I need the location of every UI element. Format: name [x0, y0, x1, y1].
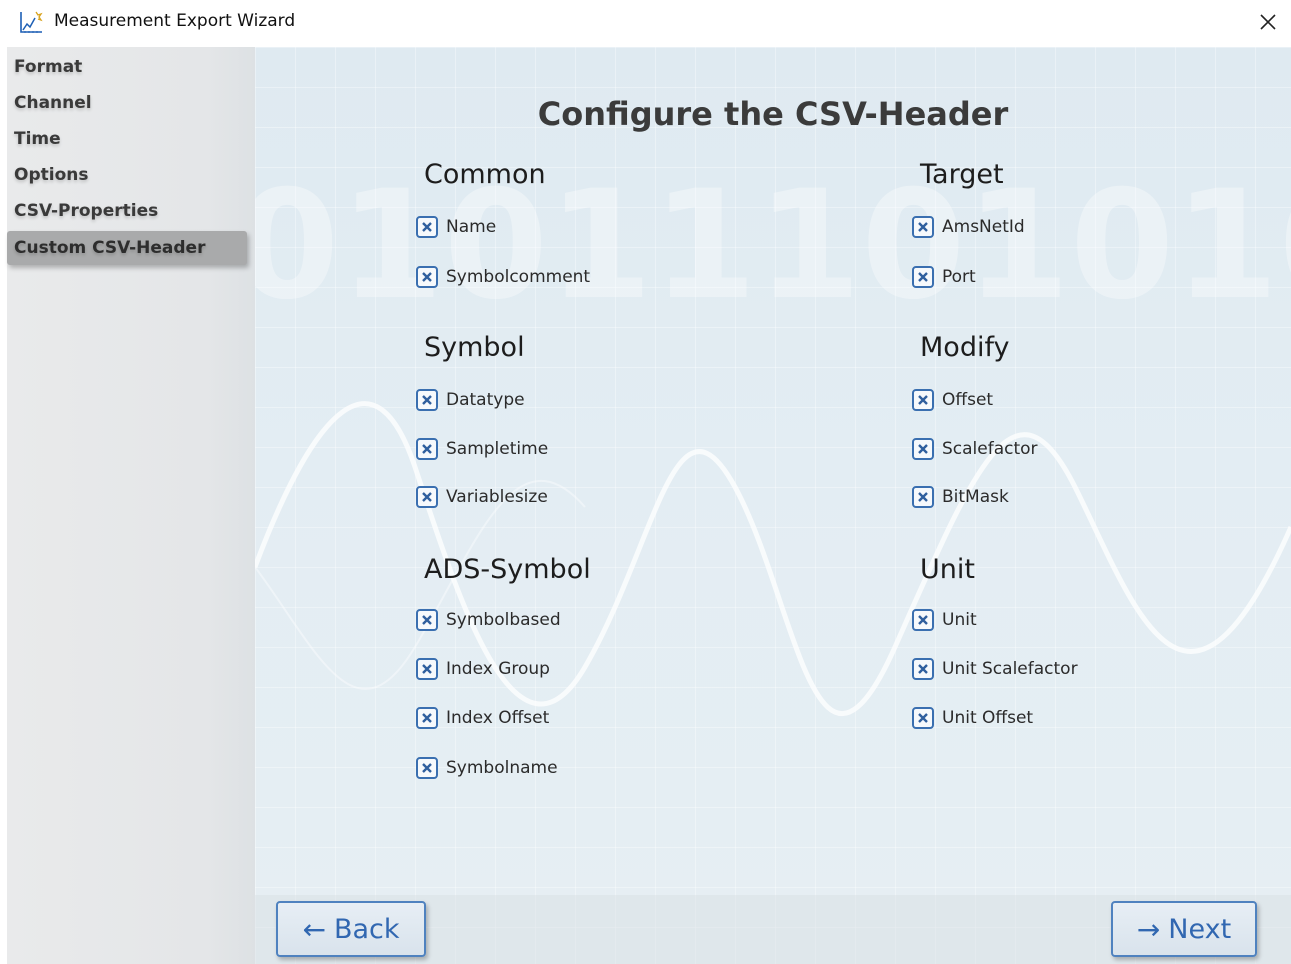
option-label: Sampletime	[446, 439, 549, 459]
option-unit-offset[interactable]: Unit Offset	[912, 705, 1033, 731]
checkbox-checked-icon[interactable]	[912, 389, 934, 411]
option-label: Symbolcomment	[446, 267, 591, 287]
main-panel: 01011101010 Configure the CSV-Header Com…	[255, 47, 1291, 964]
option-label: AmsNetId	[942, 217, 1025, 237]
checkbox-checked-icon[interactable]	[416, 658, 438, 680]
option-datatype[interactable]: Datatype	[416, 387, 525, 413]
option-amsnetid[interactable]: AmsNetId	[912, 214, 1025, 240]
section-title-common: Common	[424, 159, 546, 190]
option-bitmask[interactable]: BitMask	[912, 484, 1009, 510]
option-index-offset[interactable]: Index Offset	[416, 705, 549, 731]
checkbox-checked-icon[interactable]	[912, 438, 934, 460]
sidebar-item-format[interactable]: Format	[7, 50, 247, 84]
option-label: Index Group	[446, 659, 550, 679]
background-waveform: 01011101010	[255, 159, 1291, 716]
svg-text:01011101010: 01011101010	[255, 159, 1291, 333]
section-title-symbol: Symbol	[424, 332, 525, 363]
next-label: Next	[1168, 913, 1232, 945]
option-label: Unit	[942, 610, 977, 630]
checkbox-checked-icon[interactable]	[416, 266, 438, 288]
sidebar-item-time[interactable]: Time	[7, 122, 247, 156]
option-unit[interactable]: Unit	[912, 607, 977, 633]
checkbox-checked-icon[interactable]	[416, 438, 438, 460]
option-index-group[interactable]: Index Group	[416, 656, 550, 682]
option-label: BitMask	[942, 487, 1009, 507]
close-icon	[1260, 14, 1276, 30]
option-label: Name	[446, 217, 497, 237]
option-label: Variablesize	[446, 487, 548, 507]
checkbox-checked-icon[interactable]	[416, 216, 438, 238]
option-label: Unit Scalefactor	[942, 659, 1078, 679]
option-symbolcomment[interactable]: Symbolcomment	[416, 264, 590, 290]
checkbox-checked-icon[interactable]	[416, 609, 438, 631]
next-button[interactable]: → Next	[1111, 901, 1257, 957]
back-label: Back	[333, 913, 400, 945]
option-label: Symbolname	[446, 758, 558, 778]
page-title: Configure the CSV-Header	[537, 95, 1009, 133]
option-label: Scalefactor	[942, 439, 1038, 459]
checkbox-checked-icon[interactable]	[912, 609, 934, 631]
back-button[interactable]: ← Back	[276, 901, 426, 957]
wizard-steps-sidebar: Format Channel Time Options CSV-Properti…	[7, 47, 255, 964]
option-label: Port	[942, 267, 976, 287]
option-label: Index Offset	[446, 708, 550, 728]
option-name[interactable]: Name	[416, 214, 496, 240]
sidebar-item-options[interactable]: Options	[7, 158, 247, 192]
checkbox-checked-icon[interactable]	[912, 658, 934, 680]
arrow-left-icon: ←	[302, 912, 326, 946]
option-label: Offset	[942, 390, 994, 410]
window-title: Measurement Export Wizard	[54, 11, 296, 31]
arrow-right-icon: →	[1136, 912, 1161, 946]
option-symbolname[interactable]: Symbolname	[416, 755, 558, 781]
option-scalefactor[interactable]: Scalefactor	[912, 436, 1038, 462]
option-unit-scalefactor[interactable]: Unit Scalefactor	[912, 656, 1078, 682]
title-bar: Measurement Export Wizard	[0, 0, 1291, 44]
sidebar-item-csv-properties[interactable]: CSV-Properties	[7, 194, 247, 228]
option-port[interactable]: Port	[912, 264, 976, 290]
checkbox-checked-icon[interactable]	[912, 486, 934, 508]
option-label: Datatype	[446, 390, 525, 410]
section-title-target: Target	[920, 159, 1004, 190]
option-variablesize[interactable]: Variablesize	[416, 484, 548, 510]
section-title-modify: Modify	[920, 332, 1010, 363]
option-label: Unit Offset	[942, 708, 1034, 728]
sidebar-item-custom-csv-header[interactable]: Custom CSV-Header	[7, 231, 247, 265]
chart-wizard-icon	[20, 11, 43, 33]
checkbox-checked-icon[interactable]	[416, 486, 438, 508]
checkbox-checked-icon[interactable]	[912, 266, 934, 288]
sidebar-item-channel[interactable]: Channel	[7, 86, 247, 120]
section-title-unit: Unit	[920, 554, 975, 585]
checkbox-checked-icon[interactable]	[416, 389, 438, 411]
section-title-ads-symbol: ADS-Symbol	[424, 554, 591, 585]
checkbox-checked-icon[interactable]	[912, 707, 934, 729]
option-label: Symbolbased	[446, 610, 561, 630]
checkbox-checked-icon[interactable]	[416, 707, 438, 729]
close-button[interactable]	[1245, 0, 1291, 44]
option-symbolbased[interactable]: Symbolbased	[416, 607, 561, 633]
option-sampletime[interactable]: Sampletime	[416, 436, 548, 462]
option-offset[interactable]: Offset	[912, 387, 993, 413]
checkbox-checked-icon[interactable]	[416, 757, 438, 779]
checkbox-checked-icon[interactable]	[912, 216, 934, 238]
